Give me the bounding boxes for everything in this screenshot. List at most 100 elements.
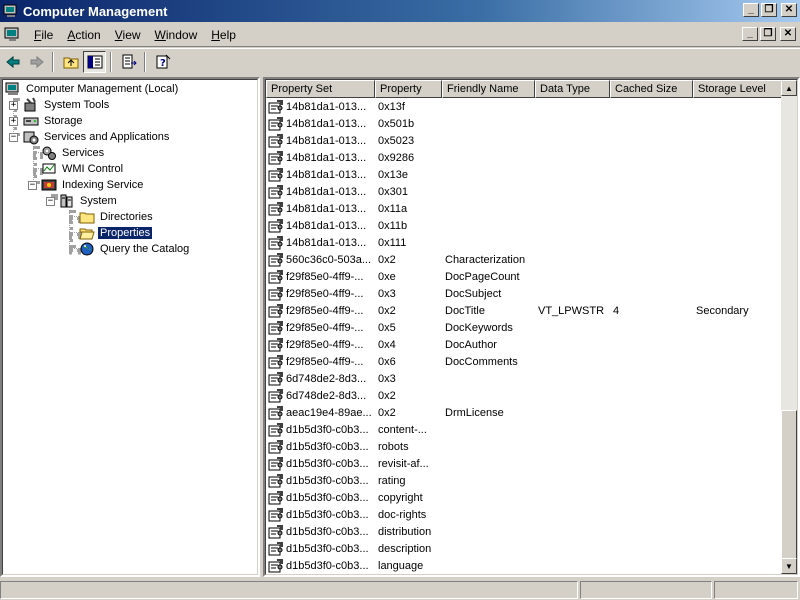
list-row[interactable]: 14b81da1-013... 0x301 xyxy=(266,183,786,200)
list-row[interactable]: 14b81da1-013... 0x501b xyxy=(266,115,786,132)
cell-property-set: d1b5d3f0-c0b3... xyxy=(266,456,375,472)
tree-node-storage[interactable]: Storage xyxy=(23,113,85,129)
cell-property: 0x13f xyxy=(375,101,442,113)
list-row[interactable]: d1b5d3f0-c0b3... revisit-af... xyxy=(266,455,786,472)
cell-text: content-... xyxy=(378,423,427,436)
list-row[interactable]: 14b81da1-013... 0x13f xyxy=(266,98,786,115)
list-row[interactable]: 6d748de2-8d3... 0x3 xyxy=(266,370,786,387)
expand-storage[interactable]: + xyxy=(9,117,18,126)
title-bar[interactable]: Computer Management _ ❐ ✕ xyxy=(0,0,800,22)
tree-node-system-catalog[interactable]: System xyxy=(59,193,119,209)
list-row[interactable]: d1b5d3f0-c0b3... copyright xyxy=(266,489,786,506)
tree-node-wmi-control[interactable]: WMI Control xyxy=(41,161,125,177)
up-one-level-button[interactable] xyxy=(59,51,82,73)
list-row[interactable]: d1b5d3f0-c0b3... content-... xyxy=(266,421,786,438)
list-row[interactable]: f29f85e0-4ff9-... 0x2 DocTitle VT_LPWSTR 4 Se… xyxy=(266,302,786,319)
column-header-data-type[interactable]: Data Type xyxy=(535,80,610,98)
list-row[interactable]: d1b5d3f0-c0b3... language xyxy=(266,557,786,574)
catalog-icon xyxy=(60,194,73,208)
list-row[interactable]: 560c36c0-503a... 0x2 Characterization xyxy=(266,251,786,268)
property-icon xyxy=(268,422,283,436)
minimize-button[interactable]: _ xyxy=(743,3,759,17)
menu-help[interactable]: Help xyxy=(205,28,242,42)
cell-text: d1b5d3f0-c0b3... xyxy=(286,491,369,504)
cell-text: DocKeywords xyxy=(445,321,513,334)
forward-button[interactable] xyxy=(25,51,48,73)
tree-node-services-and-applications[interactable]: Services and Applications xyxy=(23,129,171,145)
open-folder-icon xyxy=(79,228,95,240)
child-minimize-button[interactable]: _ xyxy=(742,27,758,41)
restore-button[interactable]: ❐ xyxy=(761,3,777,17)
tree-node-properties[interactable]: Properties xyxy=(79,225,154,241)
column-header-property[interactable]: Property xyxy=(375,80,442,98)
tree-node-directories[interactable]: Directories xyxy=(79,209,155,225)
menu-window[interactable]: Window xyxy=(149,28,204,42)
console-tree[interactable]: + + − − − Computer Management (Local) Sy… xyxy=(0,77,260,577)
scroll-thumb[interactable] xyxy=(781,410,797,560)
list-row[interactable]: d1b5d3f0-c0b3... description xyxy=(266,540,786,557)
column-header-friendly-name[interactable]: Friendly Name xyxy=(442,80,535,98)
cell-text: 14b81da1-013... xyxy=(286,100,367,113)
help-button[interactable]: ? xyxy=(151,51,174,73)
scroll-up-button[interactable]: ▲ xyxy=(781,80,797,96)
collapse-system-catalog[interactable]: − xyxy=(46,197,55,206)
list-row[interactable]: 14b81da1-013... 0x11b xyxy=(266,217,786,234)
menu-view[interactable]: View xyxy=(109,28,147,42)
list-row[interactable]: f29f85e0-4ff9-... 0x6 DocComments xyxy=(266,353,786,370)
list-row[interactable]: 14b81da1-013... 0x11a xyxy=(266,200,786,217)
cell-property-set: 14b81da1-013... xyxy=(266,184,375,200)
cell-text: 0x301 xyxy=(378,185,408,198)
cell-property-set: 560c36c0-503a... xyxy=(266,252,375,268)
back-button[interactable] xyxy=(1,51,24,73)
list-row[interactable]: f29f85e0-4ff9-... 0xe DocPageCount xyxy=(266,268,786,285)
cell-property: 0x4 xyxy=(375,339,442,351)
list-row[interactable]: d1b5d3f0-c0b3... doc-rights xyxy=(266,506,786,523)
list-row[interactable]: f29f85e0-4ff9-... 0x5 DocKeywords xyxy=(266,319,786,336)
list-row[interactable]: 6d748de2-8d3... 0x2 xyxy=(266,387,786,404)
list-row[interactable]: d1b5d3f0-c0b3... distribution xyxy=(266,523,786,540)
mmc-document-icon[interactable] xyxy=(4,26,22,44)
cell-property: 0x11b xyxy=(375,220,442,232)
child-close-button[interactable]: ✕ xyxy=(780,27,796,41)
list-row[interactable]: 14b81da1-013... 0x111 xyxy=(266,234,786,251)
child-restore-button[interactable]: ❐ xyxy=(760,27,776,41)
list-row[interactable]: 14b81da1-013... 0x13e xyxy=(266,166,786,183)
menu-bar: File Action View Window Help _ ❐ ✕ xyxy=(0,23,800,47)
show-hide-tree-button[interactable] xyxy=(83,50,106,73)
close-button[interactable]: ✕ xyxy=(781,3,797,17)
list-row[interactable]: d1b5d3f0-c0b3... rating xyxy=(266,472,786,489)
menu-file[interactable]: File xyxy=(28,28,59,42)
column-header-property-set[interactable]: Property Set xyxy=(266,80,375,98)
tree-node-label: Storage xyxy=(44,115,83,127)
cell-friendly-name: DocAuthor xyxy=(442,339,535,351)
property-icon xyxy=(268,354,283,368)
cell-text: f29f85e0-4ff9-... xyxy=(286,287,364,300)
tree-node-computer-management[interactable]: Computer Management (Local) xyxy=(5,81,180,97)
tree-node-label: Query the Catalog xyxy=(100,243,190,255)
property-icon xyxy=(268,133,283,147)
property-icon xyxy=(268,456,283,470)
column-header-cached-size[interactable]: Cached Size xyxy=(610,80,693,98)
tree-node-label: Properties xyxy=(96,226,154,240)
cell-text: d1b5d3f0-c0b3... xyxy=(286,457,369,470)
list-row[interactable]: 14b81da1-013... 0x9286 xyxy=(266,149,786,166)
export-list-button[interactable] xyxy=(117,51,140,73)
tree-node-services[interactable]: Services xyxy=(41,145,106,161)
tree-node-indexing-service[interactable]: Indexing Service xyxy=(41,177,145,193)
list-row[interactable]: f29f85e0-4ff9-... 0x3 DocSubject xyxy=(266,285,786,302)
column-header-storage-level[interactable]: Storage Level xyxy=(693,80,786,98)
property-icon xyxy=(268,371,283,385)
list-row[interactable]: d1b5d3f0-c0b3... robots xyxy=(266,438,786,455)
collapse-services-apps[interactable]: − xyxy=(9,133,18,142)
result-list[interactable]: Property Set Property Friendly Name Data… xyxy=(263,77,800,577)
list-row[interactable]: f29f85e0-4ff9-... 0x4 DocAuthor xyxy=(266,336,786,353)
expand-system-tools[interactable]: + xyxy=(9,101,18,110)
collapse-indexing-service[interactable]: − xyxy=(28,181,37,190)
menu-action[interactable]: Action xyxy=(61,28,106,42)
scroll-down-button[interactable]: ▼ xyxy=(781,558,797,574)
tree-node-query-the-catalog[interactable]: Query the Catalog xyxy=(79,241,191,257)
list-row[interactable]: aeac19e4-89ae... 0x2 DrmLicense xyxy=(266,404,786,421)
list-row[interactable]: 14b81da1-013... 0x5023 xyxy=(266,132,786,149)
tree-node-system-tools[interactable]: System Tools xyxy=(23,97,111,113)
vertical-scrollbar[interactable]: ▲ ▼ xyxy=(781,80,797,574)
